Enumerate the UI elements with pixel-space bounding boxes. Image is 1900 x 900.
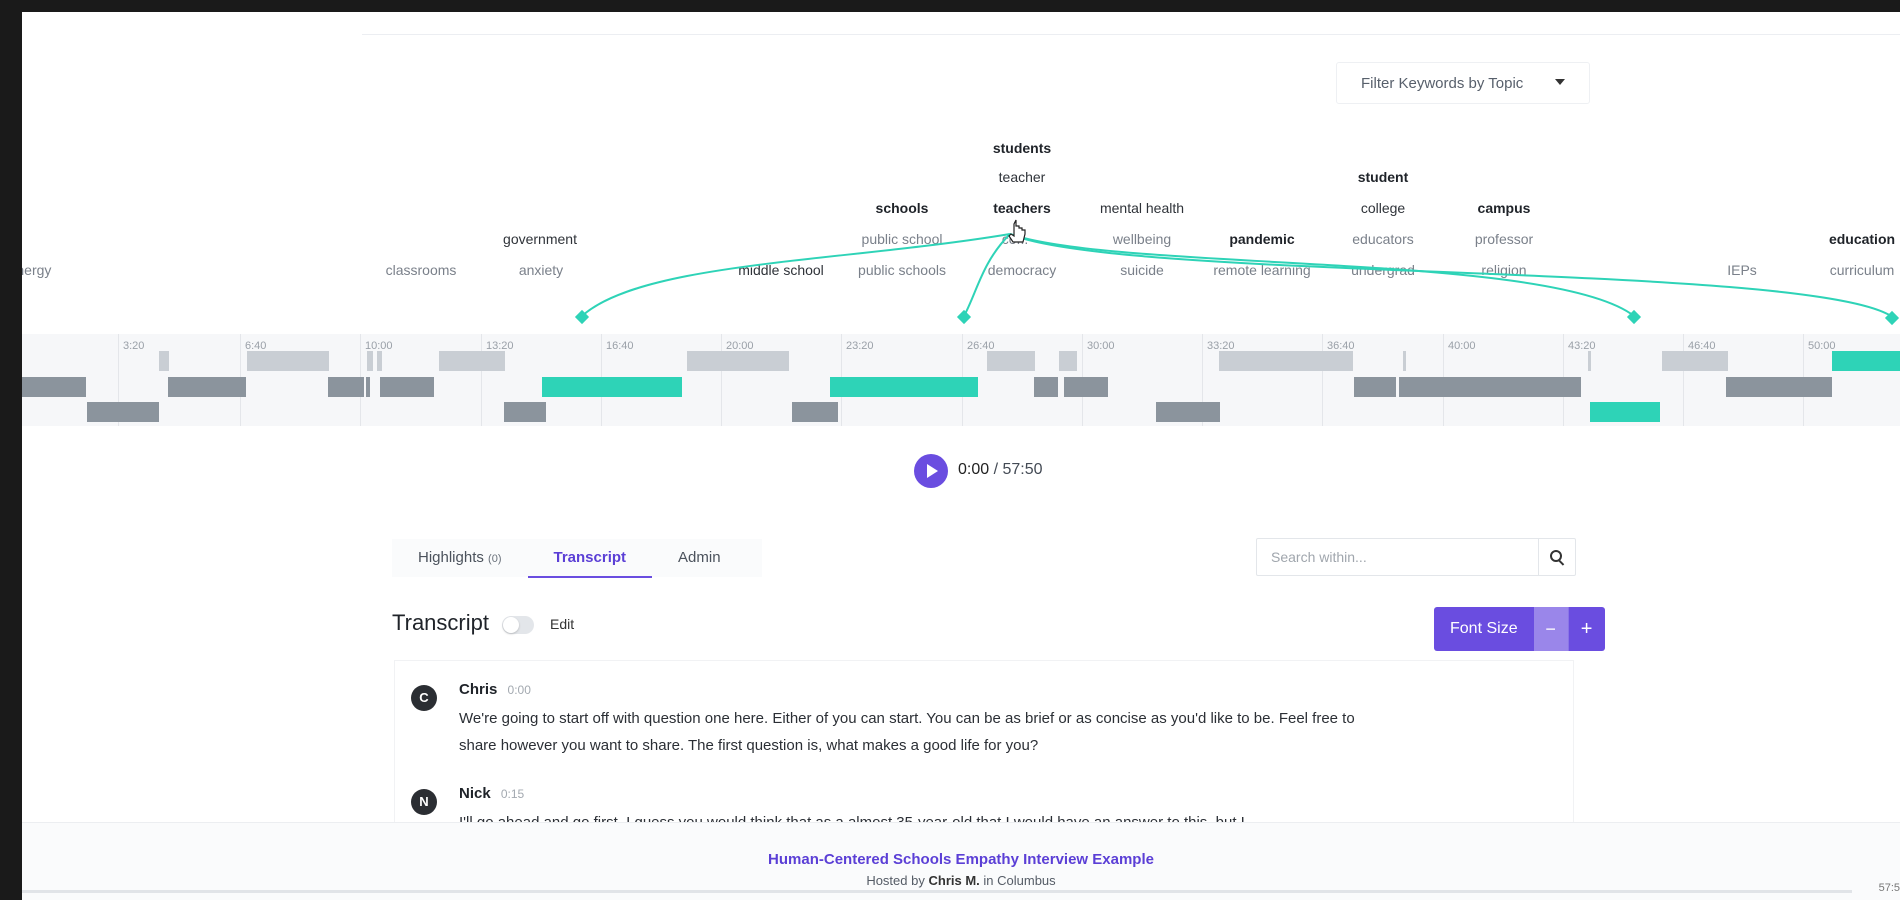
keyword-segment[interactable] <box>1726 377 1832 397</box>
transcript-body[interactable]: C Chris 0:00 We're going to start off wi… <box>394 660 1574 838</box>
transcript-heading: Transcript <box>392 610 489 635</box>
host-location: in Columbus <box>983 873 1056 888</box>
timeline-tick <box>481 334 482 426</box>
progress-bar[interactable] <box>22 890 1852 893</box>
keyword-segment[interactable] <box>247 351 329 371</box>
end-time: 57:5 <box>1878 882 1900 894</box>
keyword-segment-highlighted[interactable] <box>542 377 682 397</box>
filter-label: Filter Keywords by Topic <box>1361 74 1524 92</box>
connector-line <box>1009 233 1895 319</box>
speaker-line: Chris 0:00 <box>459 681 531 698</box>
tab-highlights[interactable]: Highlights (0) <box>392 539 528 577</box>
tab-transcript-label: Transcript <box>553 549 627 566</box>
font-size-control: Font Size − + <box>1434 607 1605 651</box>
timeline-tick <box>721 334 722 426</box>
keyword-segment[interactable] <box>987 351 1035 371</box>
search-button[interactable] <box>1538 539 1575 575</box>
keyword-segment[interactable] <box>1354 377 1396 397</box>
hosted-prefix: Hosted by <box>866 873 925 888</box>
keyword-segment[interactable] <box>687 351 789 371</box>
tab-highlights-count: (0) <box>488 553 502 565</box>
edit-label[interactable]: Edit <box>550 616 574 632</box>
keyword-timeline[interactable]: 3:20 6:40 10:00 13:20 16:40 20:00 23:20 … <box>22 334 1900 426</box>
speaker-name[interactable]: Chris <box>459 681 497 698</box>
keyword-segment[interactable] <box>366 377 370 397</box>
app-screen: Filter Keywords by Topic energy classroo… <box>22 12 1900 900</box>
keyword-segment[interactable] <box>380 377 434 397</box>
keyword-segment[interactable] <box>792 402 838 422</box>
keyword-segment[interactable] <box>377 351 382 371</box>
keyword-segment[interactable] <box>1662 351 1728 371</box>
keyword-segment[interactable] <box>1064 377 1108 397</box>
search-box <box>1256 538 1576 576</box>
edit-toggle[interactable] <box>502 616 534 634</box>
playback-time: 0:00 / 57:50 <box>958 461 1043 479</box>
keyword-segment[interactable] <box>1588 351 1591 371</box>
speaker-name[interactable]: Nick <box>459 785 491 802</box>
keyword-segment[interactable] <box>168 377 246 397</box>
font-size-decrease-button[interactable]: − <box>1533 607 1568 651</box>
keyword-segment-highlighted[interactable] <box>830 377 978 397</box>
keyword-segment-highlighted[interactable] <box>1832 351 1900 371</box>
keyword-segment[interactable] <box>1219 351 1353 371</box>
connector-line <box>581 233 1011 317</box>
hand-cursor-icon <box>1008 219 1026 243</box>
keyword-segment[interactable] <box>159 351 169 371</box>
caret-down-icon <box>1555 79 1565 85</box>
avatar: N <box>411 789 437 815</box>
keyword-segment[interactable] <box>1403 351 1406 371</box>
keyword-segment[interactable] <box>504 402 546 422</box>
filter-keywords-dropdown[interactable]: Filter Keywords by Topic <box>1336 62 1590 104</box>
keyword-connector-lines <box>574 219 1900 326</box>
search-input[interactable] <box>1257 539 1538 575</box>
tab-highlights-label: Highlights <box>418 549 484 566</box>
footer: Human-Centered Schools Empathy Interview… <box>22 822 1900 900</box>
keyword-student[interactable]: student <box>1358 169 1409 185</box>
host-name[interactable]: Chris M. <box>928 873 979 888</box>
tab-transcript[interactable]: Transcript <box>527 539 653 578</box>
connector-line <box>1009 233 1635 317</box>
connector-marker <box>956 309 972 325</box>
episode-title[interactable]: Human-Centered Schools Empathy Interview… <box>22 851 1900 868</box>
play-button[interactable] <box>914 454 948 488</box>
tab-admin[interactable]: Admin <box>652 539 747 577</box>
top-divider <box>362 34 1900 35</box>
entry-timestamp[interactable]: 0:00 <box>508 683 531 697</box>
search-icon <box>1550 550 1562 562</box>
keyword-teacher[interactable]: teacher <box>999 169 1046 185</box>
keyword-segment[interactable] <box>439 351 505 371</box>
keyword-segment[interactable] <box>328 377 364 397</box>
font-size-label: Font Size <box>1434 607 1534 651</box>
keyword-segment[interactable] <box>1156 402 1220 422</box>
keyword-segment[interactable] <box>87 402 159 422</box>
keyword-segment[interactable] <box>367 351 373 371</box>
tab-bar: Highlights (0) Transcript Admin <box>392 539 762 578</box>
current-time: 0:00 <box>958 461 990 478</box>
keyword-segment[interactable] <box>1399 377 1581 397</box>
speaker-line: Nick 0:15 <box>459 785 524 802</box>
keyword-segment[interactable] <box>1034 377 1058 397</box>
keyword-segment-highlighted[interactable] <box>1590 402 1660 422</box>
keyword-students[interactable]: students <box>993 140 1051 156</box>
entry-text: We're going to start off with question o… <box>459 710 1355 754</box>
keyword-segment[interactable] <box>22 377 86 397</box>
font-size-increase-button[interactable]: + <box>1567 607 1605 651</box>
keyword-segment[interactable] <box>1059 351 1077 371</box>
avatar: C <box>411 685 437 711</box>
timeline-tick <box>1322 334 1323 426</box>
connector-line <box>963 233 1011 317</box>
total-time: 57:50 <box>1002 461 1043 478</box>
tab-admin-label: Admin <box>678 549 721 566</box>
hosted-by: Hosted by Chris M. in Columbus <box>22 873 1900 888</box>
entry-timestamp[interactable]: 0:15 <box>501 787 524 801</box>
timeline-tick <box>1683 334 1684 426</box>
